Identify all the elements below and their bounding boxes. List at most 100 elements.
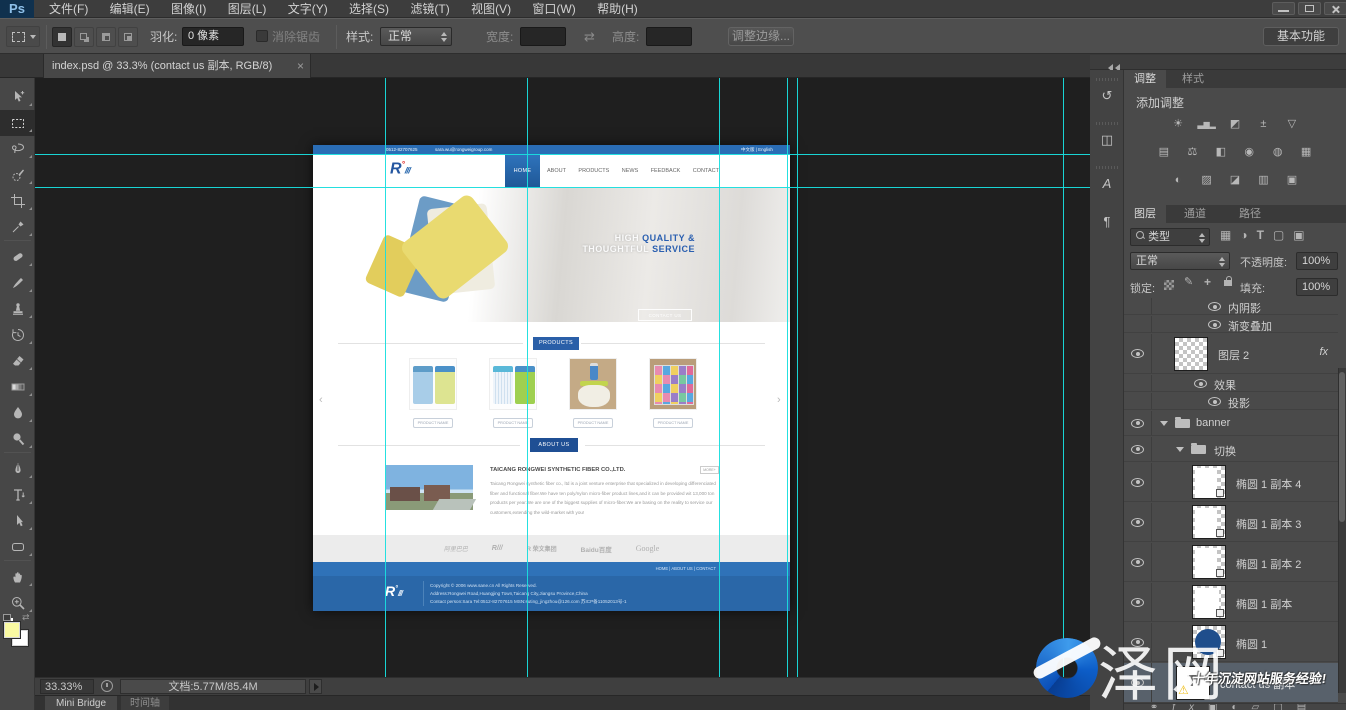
pen-tool[interactable] [0,456,35,482]
layer-ellipse-copy-4[interactable]: 椭圆 1 副本 4 [1124,463,1338,502]
selective-color-icon[interactable]: ▣ [1280,172,1304,189]
layer-thumbnail[interactable] [1192,625,1226,659]
tab-layers[interactable]: 图层 [1124,205,1166,223]
menu-edit[interactable]: 编辑(E) [101,0,159,18]
close-button[interactable] [1324,2,1346,15]
brightness-contrast-icon[interactable]: ☀ [1166,116,1190,133]
layer-row-layer2[interactable]: 图层 2 fx [1124,334,1338,374]
blur-tool[interactable] [0,400,35,426]
document-tab[interactable]: index.psd @ 33.3% (contact us 副本, RGB/8)… [43,54,311,78]
guide-vertical-1[interactable] [385,78,386,677]
layer-group-banner[interactable]: banner [1124,411,1338,436]
vibrance-icon[interactable]: ▽ [1280,116,1304,133]
shape-tool[interactable] [0,534,35,560]
character-panel-icon[interactable]: A [1093,172,1121,196]
visibility-eye-icon[interactable] [1131,349,1144,358]
hand-tool[interactable] [0,564,35,590]
layer-effect-gradient-overlay[interactable]: 渐变叠加 [1124,316,1338,333]
refine-edge-button[interactable]: 调整边缘... [728,27,794,46]
paragraph-panel-icon[interactable]: ¶ [1093,210,1121,234]
layer-thumbnail[interactable] [1192,465,1226,499]
layer-style-icon[interactable]: fx [1172,703,1208,710]
status-options-arrow[interactable] [309,679,322,694]
layer-thumbnail[interactable] [1192,505,1226,539]
visibility-eye-icon[interactable] [1131,678,1144,687]
height-input[interactable] [646,27,692,46]
style-select[interactable]: 正常 [380,27,452,46]
lock-position-icon[interactable]: + [1204,275,1211,289]
brush-tool[interactable] [0,270,35,296]
curves-icon[interactable]: ◩ [1223,116,1247,133]
exposure-icon[interactable]: ± [1251,116,1275,133]
black-and-white-icon[interactable]: ◧ [1209,144,1233,161]
layer-effect-inner-shadow[interactable]: 内阴影 [1124,298,1338,315]
invert-icon[interactable]: ◐ [1166,172,1190,189]
color-lookup-icon[interactable]: ▦ [1294,144,1318,161]
blend-mode-select[interactable]: 正常 [1130,252,1230,270]
quick-selection-tool[interactable] [0,162,35,188]
move-tool[interactable] [0,84,35,110]
layers-scrollbar-thumb[interactable] [1339,372,1345,522]
visibility-eye-icon[interactable] [1131,445,1144,454]
group-expand-icon[interactable] [1176,447,1184,452]
foreground-color-swatch[interactable] [4,622,20,638]
dodge-tool[interactable] [0,426,35,452]
restore-button[interactable] [1298,2,1321,15]
workspace-switcher-button[interactable]: 基本功能 [1263,27,1339,46]
menu-window[interactable]: 窗口(W) [523,0,584,18]
visibility-eye-icon[interactable] [1131,518,1144,527]
rectangular-marquee-tool[interactable] [0,110,35,136]
tab-adjustments[interactable]: 调整 [1124,70,1166,88]
menu-help[interactable]: 帮助(H) [588,0,647,18]
type-tool[interactable] [0,482,35,508]
visibility-eye-icon[interactable] [1131,419,1144,428]
guide-vertical-2[interactable] [527,78,528,677]
layer-ellipse-1[interactable]: 椭圆 1 [1124,623,1338,662]
document-info-field[interactable]: 文档:5.77M/85.4M [120,679,306,694]
lock-pixels-icon[interactable]: ✎ [1184,275,1193,288]
fill-value[interactable]: 100% [1296,278,1338,296]
layer-filter-type-select[interactable]: 类型 [1130,228,1210,246]
visibility-eye-icon[interactable] [1131,598,1144,607]
visibility-eye-icon[interactable] [1194,379,1207,388]
layer-ellipse-copy-3[interactable]: 椭圆 1 副本 3 [1124,503,1338,542]
filter-adjustment-layers-icon[interactable]: ◑ [1240,228,1256,242]
tab-mini-bridge[interactable]: Mini Bridge [45,696,117,710]
lock-all-icon[interactable] [1224,273,1232,291]
selection-mode-subtract[interactable] [96,27,116,47]
visibility-eye-icon[interactable] [1208,397,1221,406]
eyedropper-tool[interactable] [0,214,35,240]
visibility-eye-icon[interactable] [1131,638,1144,647]
color-balance-icon[interactable]: ⚖ [1180,144,1204,161]
gradient-tool[interactable] [0,374,35,400]
clone-stamp-tool[interactable] [0,296,35,322]
menu-image[interactable]: 图像(I) [162,0,215,18]
menu-select[interactable]: 选择(S) [340,0,398,18]
eraser-tool[interactable] [0,348,35,374]
swap-dimensions-icon[interactable]: ⇄ [584,30,595,44]
path-selection-tool[interactable] [0,508,35,534]
hue-saturation-icon[interactable]: ▤ [1152,144,1176,161]
layer-contact-us-copy-selected[interactable]: T ⚠ contact us 副本 [1124,663,1338,703]
layer-fx-badge[interactable]: fx [1319,346,1328,358]
layer-ellipse-copy-2[interactable]: 椭圆 1 副本 2 [1124,543,1338,582]
text-layer-thumbnail[interactable]: T ⚠ [1176,666,1210,700]
history-brush-tool[interactable] [0,322,35,348]
selection-mode-new[interactable] [52,27,72,47]
width-input[interactable] [520,27,566,46]
properties-panel-icon[interactable]: ◫ [1093,128,1121,152]
default-colors-icon[interactable] [3,614,11,621]
tab-styles[interactable]: 样式 [1172,70,1214,88]
tab-channels[interactable]: 通道 [1174,205,1216,223]
zoom-level-field[interactable]: 33.33% [40,679,94,694]
link-layers-icon[interactable]: ⚭ [1150,703,1172,710]
new-group-icon[interactable]: ▱ [1252,703,1274,710]
channel-mixer-icon[interactable]: ◍ [1266,144,1290,161]
menu-file[interactable]: 文件(F) [40,0,97,18]
guide-vertical-3[interactable] [719,78,720,677]
spot-healing-brush-tool[interactable] [0,244,35,270]
levels-icon[interactable]: ▃▆▂ [1195,116,1219,133]
delete-layer-icon[interactable]: ▤ [1297,703,1320,710]
filter-smart-objects-icon[interactable]: ▣ [1293,228,1313,242]
posterize-icon[interactable]: ▨ [1195,172,1219,189]
